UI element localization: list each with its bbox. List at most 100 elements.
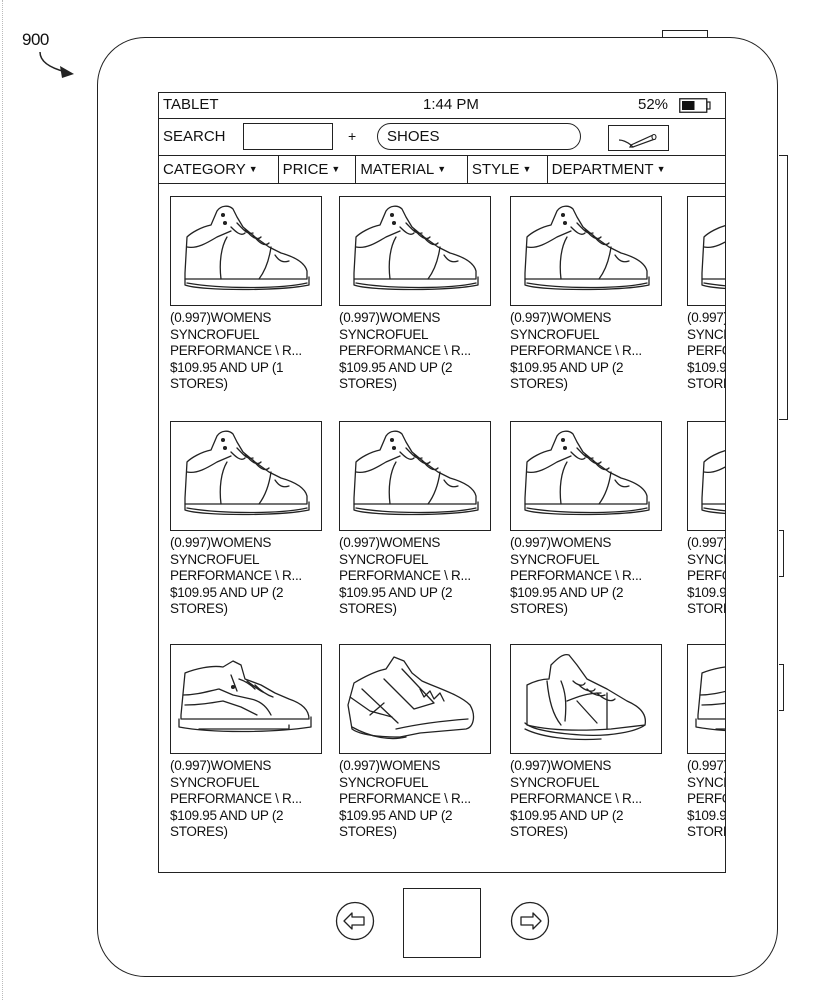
filter-price[interactable]: PRICE ▼ (279, 156, 357, 183)
shoe-icon (184, 430, 310, 516)
product-text-line: STORES) (510, 601, 568, 616)
product-text-line: SYNCROFUEL (510, 774, 600, 790)
product-text-line: $109.95 AND UP (2 (510, 359, 624, 375)
product-card[interactable]: (0.997)WOMENSSYNCROFUELPERFORMANCE \ R..… (339, 644, 499, 841)
battery-icon (679, 98, 711, 113)
product-card[interactable]: (0.997)WOMENSSYNCROFUELPERFORMANCE \ R..… (510, 644, 670, 841)
product-image[interactable] (339, 644, 491, 754)
volume-rocker[interactable] (779, 155, 788, 420)
product-text-line: (0.997)WOMENS (170, 535, 272, 550)
product-text-line: STORES) (687, 601, 725, 616)
product-text-line: STORES) (510, 376, 568, 391)
product-text-line: (0.997)WOMENS (687, 758, 725, 773)
arrow-right-circle-icon[interactable] (510, 901, 550, 941)
filter-category[interactable]: CATEGORY ▼ (159, 156, 279, 183)
caret-down-icon: ▼ (331, 164, 341, 174)
product-image[interactable] (170, 421, 322, 531)
product-text-line: PERFORMANCE \ R... (339, 791, 471, 806)
product-image[interactable] (687, 644, 725, 754)
shoe-icon (184, 205, 310, 291)
filter-department[interactable]: DEPARTMENT ▼ (548, 156, 725, 183)
shoe-icon (524, 205, 650, 291)
product-text-line: SYNCROFUEL (170, 774, 260, 790)
product-text-line: STORES) (339, 601, 397, 616)
product-card[interactable]: (0.997)WOMENSSYNCROFUELPERFORMANCE \ R..… (687, 421, 726, 618)
product-image[interactable] (339, 196, 491, 306)
product-image[interactable] (510, 644, 662, 754)
product-text-line: SYNCROFUEL (510, 326, 600, 342)
product-description: (0.997)WOMENSSYNCROFUELPERFORMANCE \ R..… (687, 535, 726, 618)
shoe-icon (353, 205, 479, 291)
product-text-line: $109.95 AND UP (2 (687, 359, 726, 375)
status-time: 1:44 PM (423, 96, 479, 113)
arrow-left-circle-icon[interactable] (335, 901, 375, 941)
product-card[interactable]: (0.997)WOMENSSYNCROFUELPERFORMANCE \ R..… (510, 196, 670, 393)
product-image[interactable] (510, 196, 662, 306)
product-card[interactable]: (0.997)WOMENSSYNCROFUELPERFORMANCE \ R..… (339, 196, 499, 393)
caret-down-icon: ▼ (522, 164, 532, 174)
product-grid: (0.997)WOMENS SYNCROFUEL PERFORMANCE \ R..… (159, 184, 726, 872)
product-description: (0.997)WOMENSSYNCROFUELPERFORMANCE \ R..… (170, 758, 330, 841)
reference-numeral: 900 (22, 30, 49, 49)
product-text-line: (0.997)WOMENS (170, 310, 272, 325)
product-text-line: SYNCROFUEL (687, 551, 725, 567)
product-text-line: $109.95 AND UP (2 (170, 584, 284, 600)
product-text-line: SYNCROFUEL (339, 326, 429, 342)
filter-label: PRICE (282, 161, 329, 178)
filter-bar: CATEGORY ▼ PRICE ▼ MATERIAL ▼ STYLE ▼ DEPART… (159, 156, 725, 184)
product-card[interactable]: (0.997)WOMENSSYNCROFUELPERFORMANCE \ R..… (687, 196, 726, 393)
product-card[interactable]: (0.997)WOMENSSYNCROFUELPERFORMANCE \ R..… (170, 421, 330, 618)
product-text-line: $109.95 AND UP (2 (510, 584, 624, 600)
product-card[interactable]: (0.997)WOMENSSYNCROFUELPERFORMANCE \ R..… (687, 644, 725, 841)
product-card[interactable]: (0.997)WOMENSSYNCROFUELPERFORMANCE \ R..… (170, 644, 330, 841)
filter-style[interactable]: STYLE ▼ (468, 156, 548, 183)
product-card[interactable]: (0.997)WOMENSSYNCROFUELPERFORMANCE \ R..… (510, 421, 670, 618)
product-text-line: (0.997)WOMENS (339, 758, 441, 773)
side-button-1[interactable] (779, 530, 784, 577)
product-text-line: $109.95 AND UP (2 (170, 807, 284, 823)
product-text-line: PERFORMANCE \ R... (510, 568, 642, 583)
product-text-line: $109.95 AND UP (2 (510, 807, 624, 823)
product-description: (0.997)WOMENSSYNCROFUELPERFORMANCE \ R..… (510, 535, 670, 618)
product-image[interactable] (687, 421, 725, 531)
caret-down-icon: ▼ (248, 164, 258, 174)
product-text-line: $109.95 AND UP (2 (687, 584, 726, 600)
product-card[interactable]: (0.997)WOMENSSYNCROFUELPERFORMANCE \ R..… (339, 421, 499, 618)
product-text-line: STORES) (170, 601, 228, 616)
pencil-icon (618, 133, 657, 148)
battery-level-fill (682, 101, 695, 110)
side-button-2[interactable] (779, 664, 784, 711)
product-image[interactable] (687, 196, 725, 306)
product-text-line: SYNCROFUEL (687, 326, 725, 342)
product-text-line: STORES) (170, 824, 228, 839)
product-image[interactable] (170, 196, 322, 306)
home-button[interactable] (403, 888, 481, 958)
filter-label: STYLE (471, 161, 520, 178)
product-text-line: PERFORMANCE \ R... (339, 343, 471, 358)
shoe-icon (353, 430, 479, 516)
search-input[interactable] (243, 123, 333, 150)
edit-search-button[interactable] (608, 125, 669, 151)
product-image[interactable] (339, 421, 491, 531)
caret-down-icon: ▼ (437, 164, 447, 174)
search-query-chip[interactable]: SHOES (377, 123, 581, 150)
product-text-line: (0.997)WOMENS (687, 535, 725, 550)
product-text-line: (0.997)WOMENS (339, 310, 441, 325)
product-text-line: PERFORMANCE \ R... (687, 343, 725, 358)
product-text-line: STORES) (339, 824, 397, 839)
filter-material[interactable]: MATERIAL ▼ (356, 156, 468, 183)
shoe-icon (701, 225, 725, 290)
product-image[interactable] (170, 644, 322, 754)
power-button[interactable] (662, 30, 708, 37)
product-text-line: SYNCROFUEL (170, 551, 260, 567)
product-description: (0.997)WOMENSSYNCROFUELPERFORMANCE \ R..… (170, 535, 330, 618)
product-card[interactable]: (0.997)WOMENSSYNCROFUELPERFORMANCE \ R..… (170, 196, 330, 393)
search-label: SEARCH (163, 128, 226, 145)
product-text-line: SYNCROFUEL (510, 551, 600, 567)
product-image[interactable] (510, 421, 662, 531)
product-text-line: PERFORMANCE \ R... (339, 568, 471, 583)
page-edge-line (2, 0, 3, 1000)
product-text-line: (0.997)WOMENS (339, 535, 441, 550)
product-text-line: STORES) (687, 376, 725, 391)
caret-down-icon: ▼ (656, 164, 666, 174)
